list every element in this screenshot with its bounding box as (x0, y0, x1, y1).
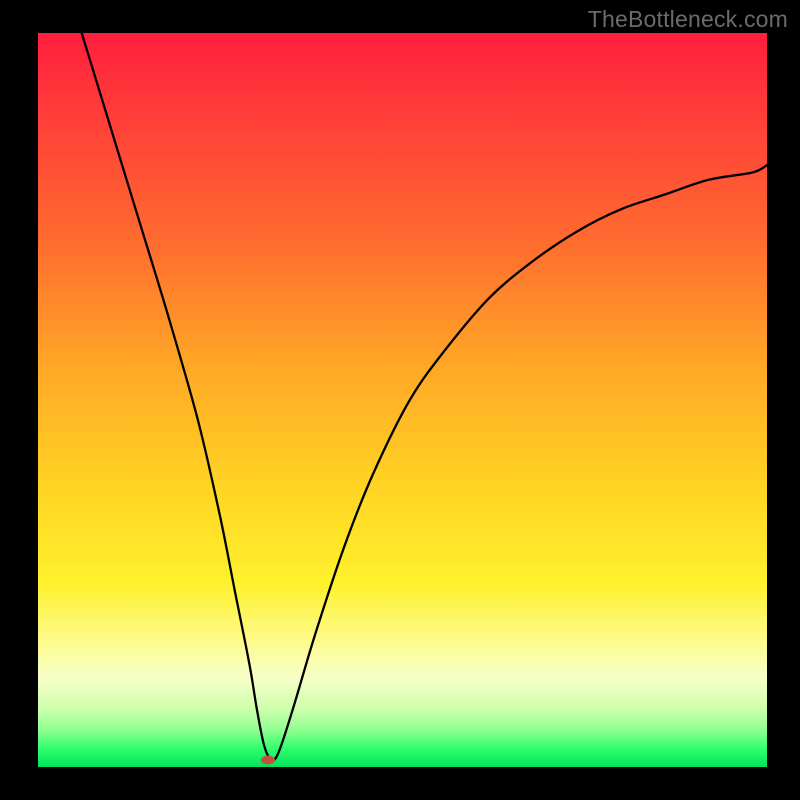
watermark-text: TheBottleneck.com (588, 6, 788, 33)
chart-frame: TheBottleneck.com (0, 0, 800, 800)
plot-area (38, 33, 767, 767)
bottleneck-curve (38, 33, 767, 767)
minimum-marker (261, 755, 275, 764)
